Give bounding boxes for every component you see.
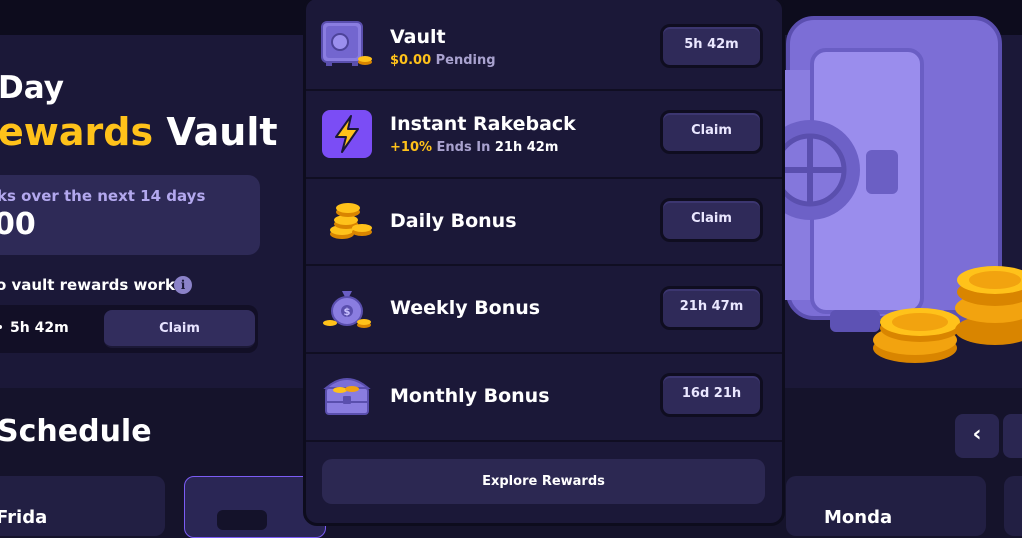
info-icon[interactable]: i (174, 276, 192, 294)
reward-title: Weekly Bonus (390, 297, 541, 319)
vault-pending-amount: $0.00 (390, 53, 432, 68)
vault-timer-value: 5h 42m (10, 320, 69, 336)
lightning-icon (322, 110, 372, 158)
money-bag-icon: $ (323, 291, 371, 328)
reward-subtitle: $0.00 Pending (390, 53, 496, 68)
hero-title-line2: ewards Vault (0, 110, 278, 154)
reward-title: Monthly Bonus (390, 385, 550, 407)
treasure-chest-icon (323, 378, 371, 415)
weekly-timer-button[interactable]: 21h 47m (660, 286, 763, 330)
vault-pending-label: Pending (431, 53, 496, 68)
hero-title-white: Vault (153, 110, 278, 154)
rakeback-claim-button[interactable]: Claim (660, 110, 763, 154)
rakeback-ends-label: Ends In (432, 140, 495, 155)
hero-title-line1: Day (0, 70, 64, 106)
rakeback-percent: +10% (390, 140, 433, 155)
vault-summary-text: ks over the next 14 days (0, 187, 206, 205)
vault-timer-button[interactable]: 5h 42m (660, 24, 763, 68)
monthly-timer-button[interactable]: 16d 21h (660, 373, 763, 417)
vault-safe-illustration-icon (770, 16, 1022, 363)
vault-summary-amount: 00 (0, 207, 36, 242)
daily-claim-button[interactable]: Claim (660, 198, 763, 242)
reward-subtitle: +10% Ends In 21h 42m (390, 140, 558, 155)
schedule-card-chip (217, 510, 267, 530)
coin-stack-icon (330, 203, 372, 239)
row-divider (306, 440, 782, 442)
schedule-card[interactable] (1004, 476, 1022, 536)
reward-title: Instant Rakeback (390, 113, 576, 135)
hero-title-gold: ewards (0, 110, 154, 154)
svg-text:$: $ (344, 307, 351, 318)
schedule-prev-button[interactable]: ‹ (955, 414, 999, 458)
rakeback-ends-time: 21h 42m (494, 140, 559, 155)
schedule-next-button[interactable] (1003, 414, 1022, 458)
explore-rewards-button[interactable]: Explore Rewards (322, 459, 765, 504)
reward-title: Vault (390, 26, 446, 48)
schedule-title: Schedule (0, 414, 152, 449)
how-vault-works-link[interactable]: o vault rewards work? (0, 276, 184, 294)
vault-claim-button[interactable]: Claim (104, 310, 255, 348)
reward-title: Daily Bonus (390, 210, 517, 232)
safe-icon (321, 21, 372, 66)
